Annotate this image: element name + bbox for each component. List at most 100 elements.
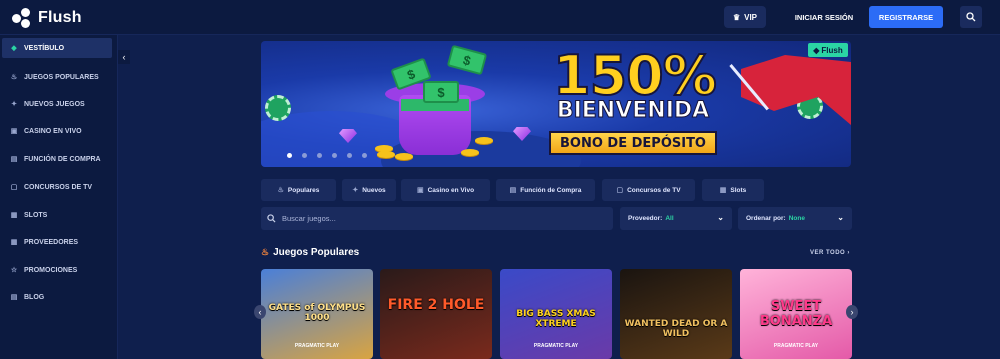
search-icon (966, 12, 976, 22)
game-search-field[interactable] (261, 207, 613, 230)
category-new-button[interactable]: ✦ Nuevos (342, 179, 396, 201)
star-icon: ☆ (10, 267, 18, 274)
game-card[interactable]: GATES of OLYMPUS 1000 PRAGMATIC PLAY (261, 269, 373, 359)
sidebar-item-new-games[interactable]: ✦ NUEVOS JUEGOS (2, 94, 112, 114)
sidebar: ◆ VESTÍBULO ♨ JUEGOS POPULARES ✦ NUEVOS … (0, 35, 118, 359)
crown-icon: ♛ (732, 12, 741, 22)
game-title: SWEET BONANZA (759, 299, 833, 329)
chevron-left-icon: ‹ (122, 52, 126, 62)
sidebar-item-label: PROMOCIONES (24, 266, 78, 274)
sidebar-item-slots[interactable]: ▦ SLOTS (2, 205, 112, 225)
logo[interactable]: Flush (12, 8, 82, 28)
money-icon: $ (423, 81, 459, 103)
chevron-left-icon: ‹ (258, 307, 262, 317)
game-card[interactable]: WANTED DEAD OR A WILD (620, 269, 732, 359)
provider-value: All (665, 215, 674, 222)
vip-label: VIP (744, 12, 758, 22)
logo-icon (12, 8, 32, 28)
promo-tag: BONO DE DEPÓSITO (549, 131, 717, 155)
chevron-right-icon: › (850, 307, 854, 317)
category-popular-button[interactable]: ♨ Populares (261, 179, 336, 201)
carousel-dot[interactable] (302, 153, 307, 158)
sidebar-collapse-button[interactable]: ‹ (118, 50, 130, 64)
game-card[interactable]: BIG BASS XMAS XTREME PRAGMATIC PLAY (500, 269, 612, 359)
flag-icon (741, 55, 851, 125)
category-buy-feature-button[interactable]: ▤ Función de Compra (496, 179, 595, 201)
screen-icon: ▢ (10, 184, 18, 191)
bag-icon: ▤ (10, 156, 18, 163)
bag-icon: ▤ (509, 187, 517, 194)
carousel-next-button[interactable]: › (846, 305, 858, 319)
sidebar-item-tv-contests[interactable]: ▢ CONCURSOS DE TV (2, 177, 112, 197)
diamond-icon: ◆ (813, 45, 820, 55)
sidebar-item-label: SLOTS (24, 211, 48, 219)
search-icon (267, 214, 276, 223)
casino-chip-icon (265, 95, 291, 121)
chevron-down-icon: ⌄ (717, 213, 724, 222)
flame-icon: ♨ (261, 247, 270, 257)
carousel-dot[interactable] (317, 153, 322, 158)
chevron-down-icon: ⌄ (837, 213, 844, 222)
section-title: ♨ Juegos Populares (261, 247, 360, 258)
diamond-icon: ◆ (11, 45, 17, 52)
chevron-right-icon: › (847, 250, 850, 256)
game-search-input[interactable] (282, 214, 582, 223)
carousel-dot[interactable] (287, 153, 292, 158)
game-title: GATES of OLYMPUS 1000 (268, 303, 366, 323)
game-title: WANTED DEAD OR A WILD (624, 319, 728, 339)
slot-icon: ▦ (10, 212, 18, 219)
game-title: BIG BASS XMAS XTREME (516, 309, 596, 329)
sidebar-item-popular[interactable]: ♨ JUEGOS POPULARES (2, 67, 112, 87)
sidebar-item-label: FUNCIÓN DE COMPRA (24, 155, 101, 163)
order-value: None (788, 215, 805, 222)
sparkle-icon: ✦ (352, 187, 359, 194)
tv-icon: ▣ (416, 187, 424, 194)
provider-select[interactable]: Proveedor: All ⌄ (620, 207, 732, 230)
sidebar-item-label: BLOG (24, 293, 45, 301)
money-icon: $ (446, 44, 488, 76)
sidebar-item-buy-feature[interactable]: ▤ FUNCIÓN DE COMPRA (2, 149, 112, 169)
see-all-link[interactable]: VER TODO › (810, 250, 850, 256)
sidebar-item-label: PROVEEDORES (24, 238, 79, 246)
category-slots-button[interactable]: ▦ Slots (702, 179, 764, 201)
slot-icon: ▦ (719, 187, 727, 194)
carousel-dot[interactable] (332, 153, 337, 158)
sidebar-item-label: JUEGOS POPULARES (24, 73, 99, 81)
screen-icon: ▢ (616, 187, 624, 194)
promo-subheadline: BIENVENIDA (556, 98, 710, 124)
sidebar-item-blog[interactable]: ▤ BLOG (2, 287, 112, 307)
sidebar-item-label: CONCURSOS DE TV (24, 183, 93, 191)
carousel-dot[interactable] (347, 153, 352, 158)
carousel-prev-button[interactable]: ‹ (254, 305, 266, 319)
flame-icon: ♨ (10, 74, 18, 81)
register-button[interactable]: REGISTRARSE (869, 6, 943, 28)
order-select[interactable]: Ordenar por: None ⌄ (738, 207, 852, 230)
category-live-casino-button[interactable]: ▣ Casino en Vivo (401, 179, 490, 201)
promo-banner[interactable]: $ $ $ 150% BIENVENIDA BONO DE DEPÓSITO ◆… (261, 41, 851, 167)
sidebar-item-label: VESTÍBULO (24, 44, 65, 52)
vip-button[interactable]: ♛ VIP (724, 6, 766, 28)
game-provider: PRAGMATIC PLAY (294, 343, 340, 349)
tv-icon: ▣ (10, 128, 18, 135)
sparkle-icon: ✦ (11, 101, 17, 108)
sidebar-item-providers[interactable]: ▦ PROVEEDORES (2, 232, 112, 252)
game-card[interactable]: FIRE 2 HOLE (380, 269, 492, 359)
sidebar-item-live-casino[interactable]: ▣ CASINO EN VIVO (2, 121, 112, 141)
login-button[interactable]: INICIAR SESIÓN (786, 6, 862, 28)
grid-icon: ▦ (10, 239, 18, 246)
game-provider: PRAGMATIC PLAY (533, 343, 579, 349)
carousel-dots (287, 153, 367, 158)
top-bar: Flush ♛ VIP INICIAR SESIÓN REGISTRARSE (0, 0, 1000, 35)
header-search-button[interactable] (960, 6, 982, 28)
sidebar-item-label: CASINO EN VIVO (24, 127, 82, 135)
brand-badge: ◆ Flush (808, 43, 848, 57)
brand-name: Flush (38, 9, 82, 26)
flame-icon: ♨ (277, 187, 284, 194)
sidebar-item-lobby[interactable]: ◆ VESTÍBULO (2, 38, 112, 58)
sidebar-item-label: NUEVOS JUEGOS (24, 100, 85, 108)
sidebar-item-promotions[interactable]: ☆ PROMOCIONES (2, 260, 112, 280)
category-tv-contests-button[interactable]: ▢ Concursos de TV (602, 179, 695, 201)
carousel-dot[interactable] (362, 153, 367, 158)
game-card[interactable]: SWEET BONANZA PRAGMATIC PLAY (740, 269, 852, 359)
game-title: FIRE 2 HOLE (387, 297, 485, 313)
